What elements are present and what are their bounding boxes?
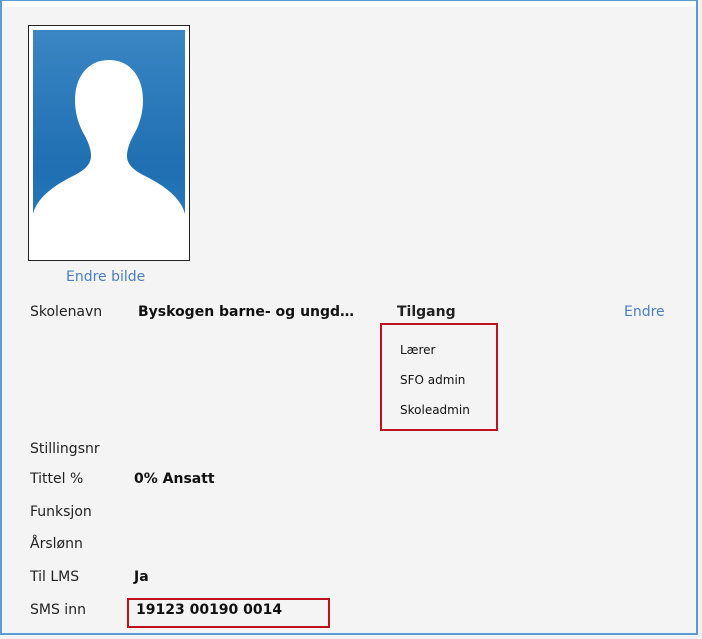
sms-in-highlight xyxy=(127,598,330,628)
profile-photo xyxy=(33,30,185,256)
employee-details-panel: Endre bilde Skolenavn Byskogen barne- og… xyxy=(0,0,698,635)
access-header: Tilgang xyxy=(397,304,456,320)
top-strip xyxy=(2,1,696,7)
school-name-value: Byskogen barne- og ungd… xyxy=(138,304,355,320)
role-item: Skoleadmin xyxy=(400,403,470,417)
to-lms-value: Ja xyxy=(134,569,149,585)
to-lms-label: Til LMS xyxy=(30,569,80,585)
function-label: Funksjon xyxy=(30,504,92,520)
person-silhouette-icon xyxy=(33,60,185,256)
title-percent-value: 0% Ansatt xyxy=(134,471,215,487)
role-item: Lærer xyxy=(400,343,436,357)
profile-photo-frame xyxy=(28,25,190,261)
school-name-label: Skolenavn xyxy=(30,304,103,320)
role-item: SFO admin xyxy=(400,373,466,387)
position-number-label: Stillingsnr xyxy=(30,441,100,457)
annual-salary-label: Årslønn xyxy=(30,536,83,552)
edit-access-link[interactable]: Endre xyxy=(624,304,665,320)
sms-in-label: SMS inn xyxy=(30,602,86,618)
title-percent-label: Tittel % xyxy=(30,471,84,487)
access-roles-highlight: Lærer SFO admin Skoleadmin xyxy=(380,323,498,431)
change-photo-link[interactable]: Endre bilde xyxy=(66,269,145,285)
